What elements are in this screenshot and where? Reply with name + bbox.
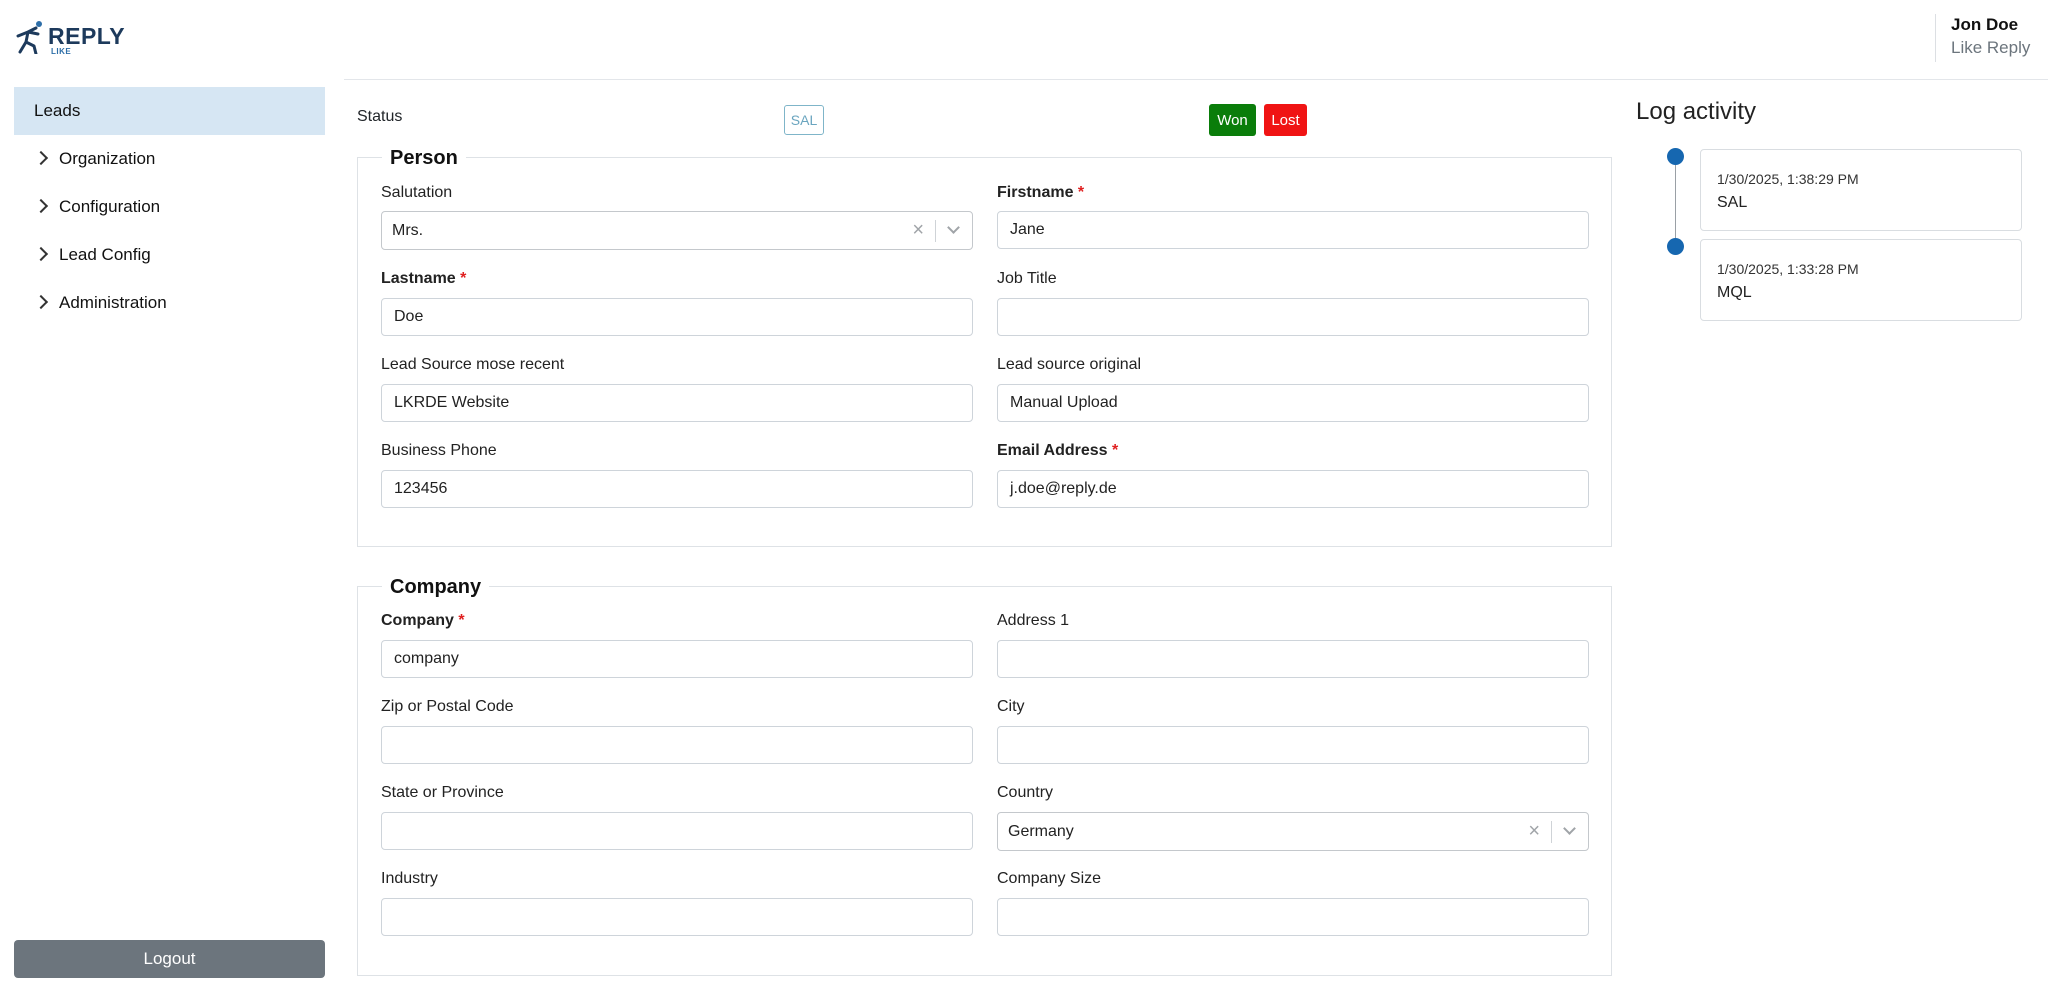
email-input[interactable]: j.doe@reply.de	[997, 470, 1589, 508]
user-menu[interactable]: Jon Doe Like Reply	[1935, 14, 2030, 62]
timeline-line	[1675, 158, 1676, 248]
sidebar: Leads Organization Configuration Lead Co…	[14, 87, 325, 327]
sidebar-item-administration[interactable]: Administration	[14, 279, 325, 327]
lastname-label-text: Lastname	[381, 270, 456, 287]
chevron-right-icon	[33, 198, 49, 214]
log-entry-status: MQL	[1717, 284, 1752, 301]
business-phone-input[interactable]: 123456	[381, 470, 973, 508]
firstname-label: Firstname *	[997, 184, 1084, 202]
chevron-down-icon[interactable]	[1563, 822, 1576, 835]
sidebar-item-lead-config[interactable]: Lead Config	[14, 231, 325, 279]
sidebar-item-configuration[interactable]: Configuration	[14, 183, 325, 231]
company-label: Company *	[381, 612, 465, 630]
salutation-label: Salutation	[381, 184, 453, 201]
reply-logo[interactable]: REPLY LIKE	[14, 20, 134, 60]
log-entry: 1/30/2025, 1:33:28 PM MQL	[1700, 239, 2022, 321]
sidebar-item-leads[interactable]: Leads	[14, 87, 325, 135]
timeline-dot-icon	[1667, 238, 1684, 255]
state-label: State or Province	[381, 784, 504, 801]
clear-icon[interactable]: ×	[1528, 820, 1540, 842]
job-title-label: Job Title	[997, 270, 1057, 287]
chevron-right-icon	[33, 246, 49, 262]
sidebar-item-organization[interactable]: Organization	[14, 135, 325, 183]
country-value: Germany	[1008, 823, 1074, 840]
city-input[interactable]	[997, 726, 1589, 764]
company-input[interactable]: company	[381, 640, 973, 678]
timeline-dot-icon	[1667, 148, 1684, 165]
clear-icon[interactable]: ×	[912, 219, 924, 241]
sidebar-item-label: Administration	[59, 293, 167, 312]
log-entry-status: SAL	[1717, 194, 1748, 211]
lead-source-original-input[interactable]: Manual Upload	[997, 384, 1589, 422]
lead-source-original-label: Lead source original	[997, 356, 1142, 373]
firstname-label-text: Firstname	[997, 184, 1074, 201]
app-header: REPLY LIKE Jon Doe Like Reply	[0, 0, 2048, 80]
email-label: Email Address *	[997, 442, 1118, 460]
header-divider	[344, 79, 2048, 80]
company-label-text: Company	[381, 612, 454, 629]
user-name: Jon Doe	[1951, 15, 2019, 34]
company-section: Company Company * company Address 1 Zip …	[357, 576, 1612, 976]
company-size-input[interactable]	[997, 898, 1589, 936]
sidebar-item-label: Leads	[34, 101, 81, 120]
lost-button[interactable]: Lost	[1264, 104, 1307, 136]
required-marker: *	[458, 612, 465, 629]
country-select[interactable]: Germany ×	[997, 812, 1589, 851]
log-activity-title: Log activity	[1636, 98, 1757, 125]
job-title-input[interactable]	[997, 298, 1589, 336]
log-entry-date: 1/30/2025, 1:33:28 PM	[1717, 261, 1859, 277]
industry-label: Industry	[381, 870, 438, 887]
user-organization: Like Reply	[1951, 38, 2031, 57]
lead-source-recent-label: Lead Source mose recent	[381, 356, 565, 373]
lastname-label: Lastname *	[381, 270, 466, 288]
status-label: Status	[357, 108, 403, 125]
chevron-down-icon[interactable]	[947, 221, 960, 234]
country-label: Country	[997, 784, 1054, 801]
chevron-right-icon	[33, 150, 49, 166]
select-separator	[935, 220, 936, 242]
logo-wordmark: REPLY	[48, 23, 126, 49]
sidebar-item-label: Configuration	[59, 197, 161, 216]
chevron-right-icon	[33, 294, 49, 310]
required-marker: *	[1112, 442, 1119, 459]
logo-subtext: LIKE	[51, 47, 72, 56]
person-section: Person Salutation Mrs. × Firstname * Jan…	[357, 147, 1612, 547]
zip-input[interactable]	[381, 726, 973, 764]
log-entry: 1/30/2025, 1:38:29 PM SAL	[1700, 149, 2022, 231]
logout-button[interactable]: Logout	[14, 940, 325, 978]
firstname-input[interactable]: Jane	[997, 211, 1589, 249]
runner-logo-icon	[16, 21, 42, 54]
required-marker: *	[460, 270, 467, 287]
salutation-value: Mrs.	[392, 222, 424, 239]
address1-label: Address 1	[997, 612, 1070, 629]
industry-input[interactable]	[381, 898, 973, 936]
won-button[interactable]: Won	[1209, 104, 1256, 136]
company-size-label: Company Size	[997, 870, 1102, 887]
address1-input[interactable]	[997, 640, 1589, 678]
select-separator	[1551, 821, 1552, 843]
lastname-input[interactable]: Doe	[381, 298, 973, 336]
salutation-select[interactable]: Mrs. ×	[381, 211, 973, 250]
section-legend: Company	[382, 576, 490, 599]
zip-label: Zip or Postal Code	[381, 698, 514, 715]
sidebar-item-label: Organization	[59, 149, 156, 168]
section-legend: Person	[382, 147, 466, 170]
sidebar-item-label: Lead Config	[59, 245, 151, 264]
required-marker: *	[1077, 184, 1085, 201]
lead-source-recent-input[interactable]: LKRDE Website	[381, 384, 973, 422]
business-phone-label: Business Phone	[381, 442, 497, 459]
status-badge: SAL	[784, 105, 824, 135]
state-input[interactable]	[381, 812, 973, 850]
email-label-text: Email Address	[997, 442, 1108, 459]
log-entry-date: 1/30/2025, 1:38:29 PM	[1717, 171, 1859, 187]
city-label: City	[997, 698, 1025, 715]
